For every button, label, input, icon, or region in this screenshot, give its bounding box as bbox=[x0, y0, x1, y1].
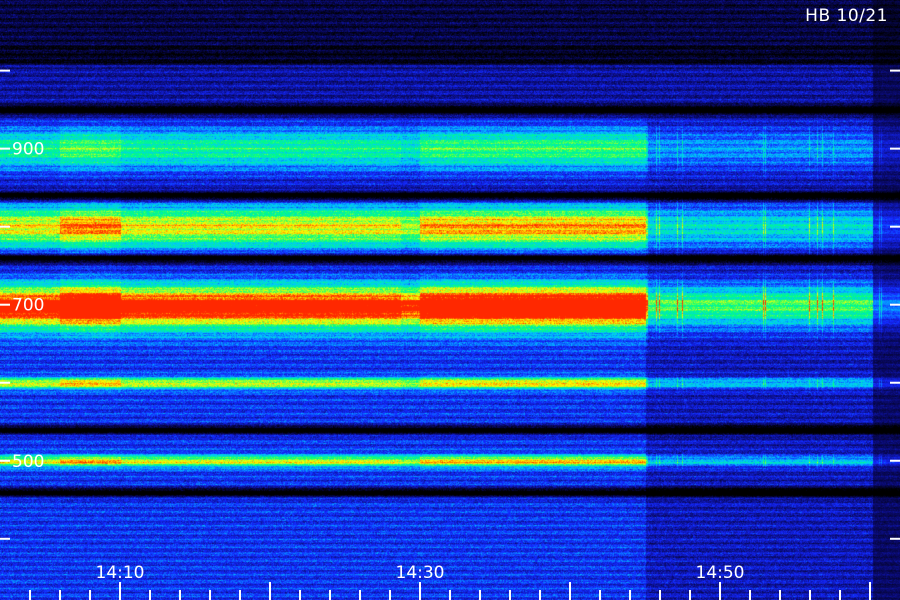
x-tick-label: 14:50 bbox=[696, 563, 745, 583]
spectrogram-axes: 900 700 500 14:10 14:30 14:50 bbox=[0, 69, 900, 600]
x-tick-label: 14:30 bbox=[396, 563, 445, 583]
x-tick-label: 14:10 bbox=[96, 563, 145, 583]
station-date-label: HB 10/21 bbox=[805, 6, 888, 26]
spectrogram-view: 900 700 500 14:10 14:30 14:50 HB 10/21 bbox=[0, 0, 900, 600]
y-tick-label: 700 bbox=[12, 296, 44, 316]
y-tick-label: 500 bbox=[12, 452, 44, 472]
y-tick-label: 900 bbox=[12, 140, 44, 160]
